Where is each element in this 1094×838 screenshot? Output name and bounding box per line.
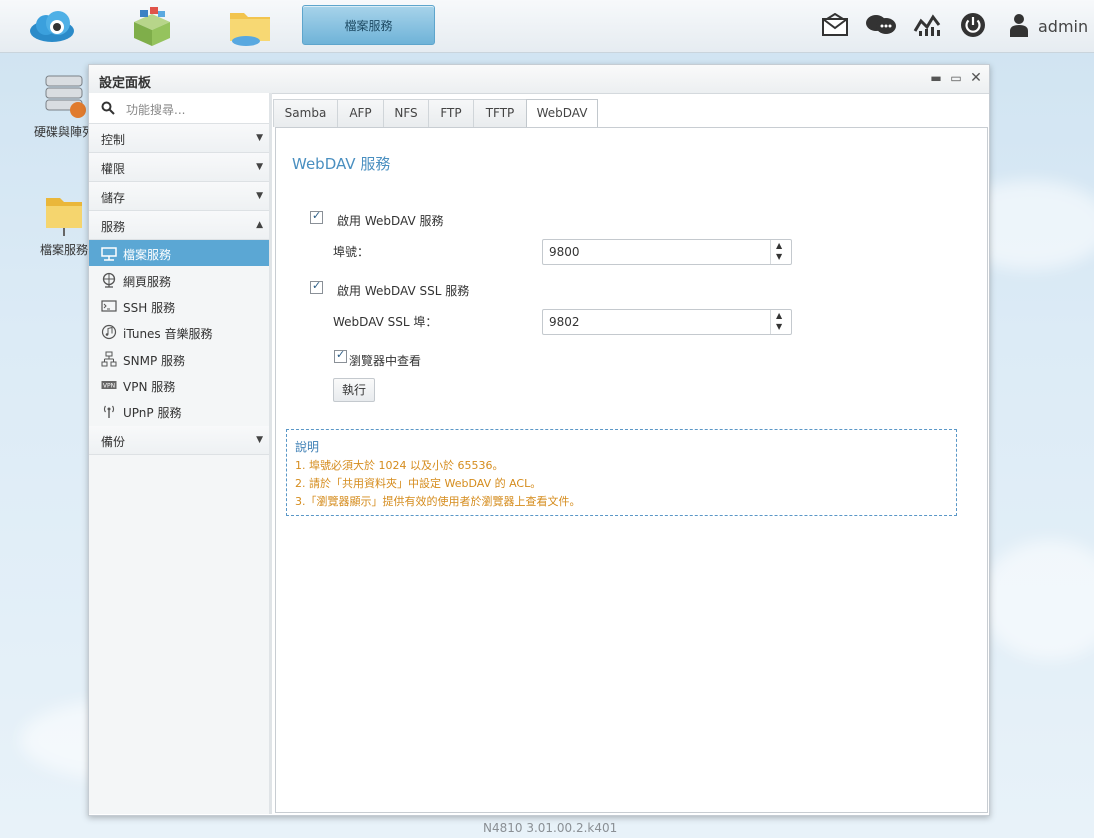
svg-text:VPN: VPN — [103, 383, 115, 390]
chevron-up-icon: ▲ — [256, 220, 263, 230]
monitor-chart-icon[interactable] — [912, 10, 942, 40]
enable-ssl-label: 啟用 WebDAV SSL 服務 — [337, 284, 470, 298]
folder-cloud-icon[interactable] — [222, 4, 278, 48]
sidebar-item-label: iTunes 音樂服務 — [123, 327, 213, 341]
description-line: 1. 埠號必須大於 1024 以及小於 65536。 — [295, 459, 504, 472]
sidebar-item-upnp[interactable]: UPnP 服務 — [89, 398, 269, 424]
cloud-home-icon[interactable] — [24, 4, 80, 48]
chevron-down-icon: ▼ — [256, 162, 263, 172]
minimize-icon[interactable]: ▬ — [929, 70, 943, 86]
window-title: 設定面板 — [99, 76, 152, 91]
desktop-icon-file-service[interactable]: 檔案服務 — [34, 190, 94, 258]
increment-icon[interactable]: ▲ — [776, 241, 782, 250]
sidebar-item-web-service[interactable]: 網頁服務 — [89, 267, 269, 293]
chevron-down-icon: ▼ — [256, 133, 263, 143]
sidebar-section-privilege[interactable]: 權限 ▼ — [89, 153, 269, 182]
chat-icon[interactable] — [864, 10, 898, 40]
ssl-port-label: WebDAV SSL 埠： — [333, 315, 438, 329]
maximize-icon[interactable]: ▭ — [949, 70, 963, 86]
tab-nfs[interactable]: NFS — [383, 99, 429, 127]
file-service-icon — [101, 245, 117, 261]
sidebar-section-control[interactable]: 控制 ▼ — [89, 124, 269, 153]
user-name[interactable]: admin — [1038, 17, 1088, 36]
sidebar: 功能搜尋... 控制 ▼ 權限 ▼ 儲存 ▼ 服務 ▲ 檔案服務 網頁服務 SS… — [89, 93, 272, 814]
apply-button[interactable]: 執行 — [333, 378, 375, 402]
sidebar-item-file-service[interactable]: 檔案服務 — [89, 240, 269, 266]
sidebar-section-services[interactable]: 服務 ▲ — [89, 211, 269, 240]
antenna-icon — [101, 403, 117, 419]
stepper-buttons: ▲ ▼ — [770, 240, 791, 264]
mail-icon[interactable] — [820, 10, 850, 40]
chevron-down-icon: ▼ — [256, 435, 263, 445]
sidebar-item-vpn[interactable]: VPN VPN 服務 — [89, 372, 269, 398]
sidebar-section-storage[interactable]: 儲存 ▼ — [89, 182, 269, 211]
tab-afp[interactable]: AFP — [337, 99, 384, 127]
folder-icon — [46, 198, 82, 236]
browser-view-checkbox[interactable] — [334, 348, 347, 363]
section-label: 服務 — [101, 220, 126, 234]
desktop-icon-storage[interactable]: 硬碟與陣列 — [34, 72, 94, 140]
task-file-service[interactable]: 檔案服務 — [302, 5, 435, 45]
increment-icon[interactable]: ▲ — [776, 311, 782, 320]
function-search[interactable]: 功能搜尋... — [89, 93, 269, 124]
desktop-icon-label: 檔案服務 — [39, 243, 88, 257]
section-label: 儲存 — [101, 191, 126, 205]
settings-window: 設定面板 ▬ ▭ ✕ 功能搜尋... 控制 ▼ 權限 ▼ 儲存 ▼ 服務 ▲ 檔… — [88, 64, 990, 816]
app-box-icon[interactable] — [124, 4, 180, 48]
user-icon[interactable] — [1006, 10, 1032, 40]
sidebar-item-label: VPN 服務 — [123, 380, 176, 394]
power-icon[interactable] — [958, 10, 988, 40]
sidebar-item-itunes[interactable]: iTunes 音樂服務 — [89, 319, 269, 345]
section-label: 備份 — [101, 435, 126, 449]
tab-webdav[interactable]: WebDAV — [526, 99, 598, 129]
globe-icon — [101, 272, 117, 288]
webdav-panel: WebDAV 服務 啟用 WebDAV 服務 埠號： 9800 ▲ ▼ 啟用 W… — [275, 127, 988, 813]
tab-tftp[interactable]: TFTP — [473, 99, 527, 127]
desktop-icon-label: 硬碟與陣列 — [34, 125, 95, 139]
ssl-port-stepper[interactable]: 9802 ▲ ▼ — [542, 309, 792, 335]
section-label: 權限 — [101, 162, 126, 176]
enable-webdav-label: 啟用 WebDAV 服務 — [337, 214, 444, 228]
decrement-icon[interactable]: ▼ — [776, 322, 782, 331]
description-line: 2. 請於「共用資料夾」中設定 WebDAV 的 ACL。 — [295, 477, 542, 490]
ssl-port-value[interactable]: 9802 — [549, 315, 580, 329]
sidebar-item-label: SSH 服務 — [123, 301, 176, 315]
sidebar-item-snmp[interactable]: SNMP 服務 — [89, 346, 269, 372]
music-note-icon — [101, 324, 117, 340]
vpn-icon: VPN — [101, 377, 117, 393]
description-box: 說明 1. 埠號必須大於 1024 以及小於 65536。 2. 請於「共用資料… — [286, 429, 957, 516]
window-titlebar[interactable]: 設定面板 ▬ ▭ ✕ — [89, 65, 989, 94]
port-stepper[interactable]: 9800 ▲ ▼ — [542, 239, 792, 265]
chevron-down-icon: ▼ — [256, 191, 263, 201]
sidebar-section-backup[interactable]: 備份 ▼ — [89, 426, 269, 455]
tab-samba[interactable]: Samba — [273, 99, 338, 127]
page-title: WebDAV 服務 — [292, 155, 391, 173]
hard-disk-icon — [45, 75, 86, 118]
enable-webdav-checkbox[interactable] — [310, 209, 323, 224]
sidebar-item-label: 檔案服務 — [123, 248, 172, 262]
decrement-icon[interactable]: ▼ — [776, 252, 782, 261]
description-heading: 說明 — [295, 440, 320, 454]
port-value[interactable]: 9800 — [549, 245, 580, 259]
terminal-icon — [101, 298, 117, 314]
description-line: 3.「瀏覽器顯示」提供有效的使用者於瀏覽器上查看文件。 — [295, 495, 581, 508]
stepper-buttons: ▲ ▼ — [770, 310, 791, 334]
search-input[interactable]: 功能搜尋... — [126, 101, 185, 118]
taskbar: 檔案服務 admin — [0, 0, 1094, 53]
browser-view-label: 瀏覽器中查看 — [349, 354, 422, 368]
tab-ftp[interactable]: FTP — [428, 99, 474, 127]
port-label: 埠號： — [333, 245, 370, 259]
enable-ssl-checkbox[interactable] — [310, 279, 323, 294]
sidebar-item-label: SNMP 服務 — [123, 354, 185, 368]
network-tree-icon — [101, 351, 117, 367]
background-cloud — [980, 540, 1094, 660]
sidebar-item-ssh[interactable]: SSH 服務 — [89, 293, 269, 319]
search-icon — [101, 101, 115, 118]
sidebar-item-label: 網頁服務 — [123, 275, 172, 289]
close-icon[interactable]: ✕ — [969, 70, 983, 86]
section-label: 控制 — [101, 133, 126, 147]
firmware-version: N4810 3.01.00.2.k401 — [483, 821, 618, 835]
sidebar-item-label: UPnP 服務 — [123, 406, 182, 420]
